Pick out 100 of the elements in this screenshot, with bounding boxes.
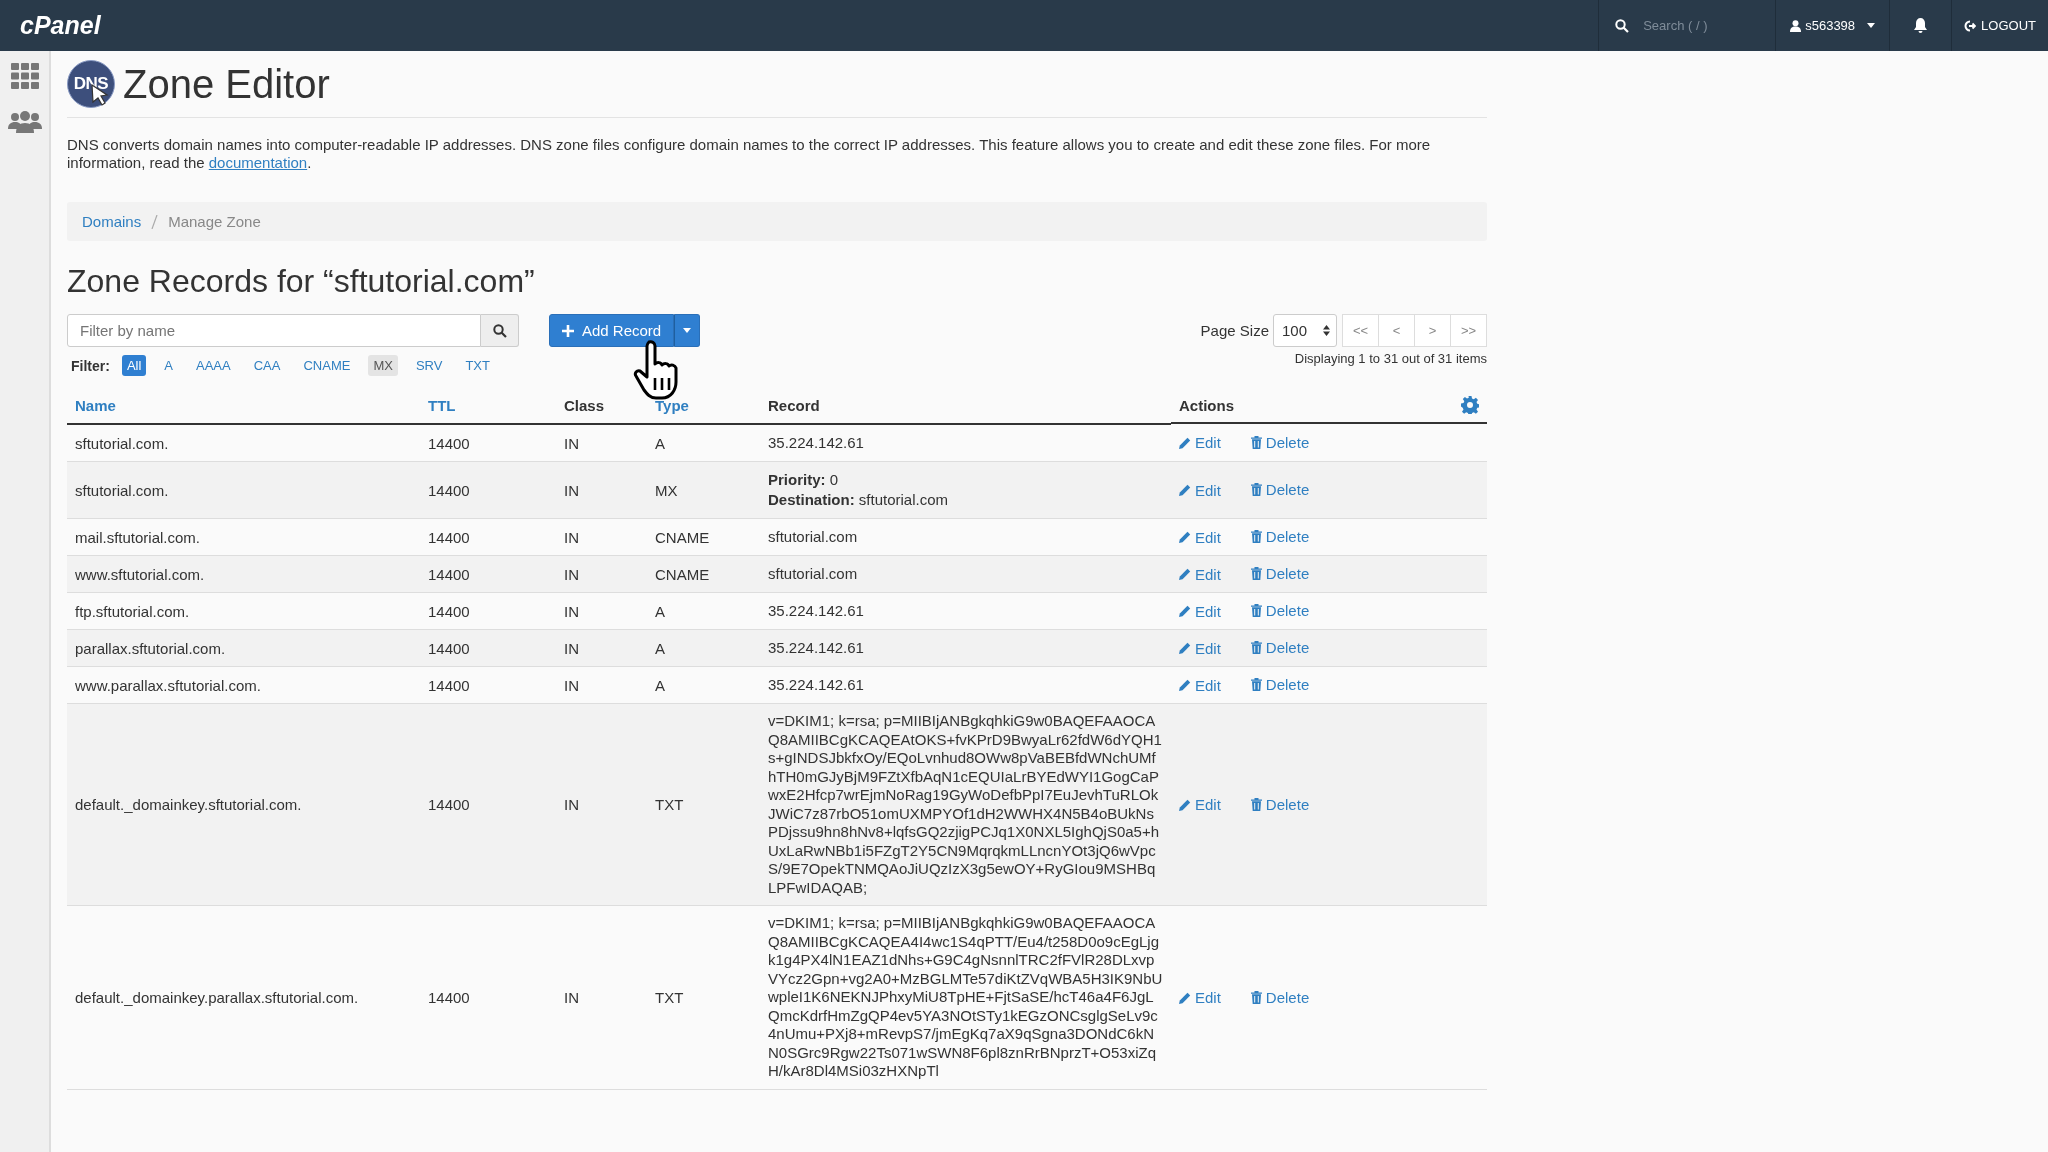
dropdown-button[interactable] <box>674 314 701 347</box>
user-menu[interactable]: s563398 <box>1775 0 1890 51</box>
filter-tab[interactable]: SRV <box>410 355 448 376</box>
table-cell: IN <box>556 666 647 704</box>
filter-tab[interactable]: TXT <box>460 355 495 376</box>
documentation-link[interactable]: documentation <box>208 154 308 171</box>
pager-button[interactable]: << <box>1342 314 1379 347</box>
column-header[interactable]: Name <box>75 397 116 414</box>
delete-link[interactable]: Delete <box>1250 795 1310 813</box>
cpanel-logo[interactable]: cPanel <box>20 11 101 40</box>
filter-label: Filter: <box>71 357 110 374</box>
edit-link[interactable]: Edit <box>1179 528 1221 546</box>
search-field[interactable]: Search ( / ) <box>1598 0 1776 51</box>
logout-icon <box>1964 19 1977 32</box>
table-cell: A <box>647 592 760 630</box>
column-header: Record <box>768 397 820 414</box>
record-value: Priority: 0 <box>768 470 840 490</box>
filter-tab[interactable]: A <box>159 355 178 376</box>
table-cell: IN <box>556 592 647 630</box>
table-cell: 14400 <box>420 461 556 519</box>
caret-icon <box>1867 23 1876 28</box>
table-cell: A <box>647 666 760 704</box>
search-button[interactable] <box>481 314 519 347</box>
table-cell: IN <box>556 461 647 519</box>
filter-tab[interactable]: AAAA <box>191 355 236 376</box>
delete-link[interactable]: Delete <box>1250 433 1310 451</box>
search-input[interactable]: Search ( / ) <box>1641 17 1752 34</box>
table-cell: 14400 <box>420 592 556 630</box>
filter-field[interactable]: Filter by name <box>67 314 481 347</box>
pager-button[interactable]: >> <box>1450 314 1487 347</box>
pencil-icon <box>1179 798 1191 811</box>
table-cell: IN <box>556 518 647 556</box>
add-record-button[interactable]: Add Record <box>549 314 675 347</box>
edit-link[interactable]: Edit <box>1179 565 1221 583</box>
record-value: v=DKIM1; k=rsa; p=MIIBIjANBgkqhkiG9w0BAQEFAAOCAQ8AMIIBCgKCAQEA4I4wc1S4qPTT/Eu4/t258D0o9cEgLjgk1g4PX4lN1EAZ1dNhs+G9C4gNsnnlTRC2fFVlR28DLxvpVYcz2Gpn+vg2A0+MzBGLMTe57diKtZVqWBA5H3IK9NbUwpleI1K6NEKNJPhxyMiU8TpHE+FjtSaSE/hcT46a4F6JgLQmcKdrfHmZgQP4ev5YA3NOtSTy1kEGzONCsglgSeLv9c4nUmu+PXj8+mRevpS7/jmEgKq7aX9qSgna3DONdC6kNN0SGrc9Rgw22Ts071wSWN8F6pl8znRrBNprzT+O53xiZqH/kAr8Dl4MSi03zHXNpTl <box>768 914 1163 1081</box>
search-icon <box>1615 18 1630 33</box>
filter-tab[interactable]: All <box>121 355 147 376</box>
plus-icon <box>562 324 574 337</box>
record-value: sftutorial.com <box>768 564 859 584</box>
delete-link[interactable]: Delete <box>1250 481 1310 499</box>
record-value: 35.224.142.61 <box>768 638 865 658</box>
table-cell: www.parallax.sftutorial.com. <box>67 666 420 704</box>
edit-link[interactable]: Edit <box>1179 481 1221 499</box>
table-cell: TXT <box>647 703 760 906</box>
column-header[interactable]: Type <box>655 397 689 414</box>
table-cell: A <box>647 629 760 667</box>
edit-link[interactable]: Edit <box>1179 989 1221 1006</box>
table-cell: 14400 <box>420 518 556 556</box>
page-title: Zone Editor <box>123 61 330 107</box>
delete-link[interactable]: Delete <box>1250 528 1310 546</box>
page-size-select[interactable]: 100 <box>1273 314 1337 347</box>
table-cell: IN <box>556 905 647 1089</box>
filter-tab[interactable]: CAA <box>248 355 286 376</box>
table-cell: 14400 <box>420 905 556 1089</box>
delete-link[interactable]: Delete <box>1250 988 1310 1006</box>
description-text: DNS converts domain names into computer-readable IP addresses. DNS zone files configure domain names to the correct IP addresses. This feature allows you to create and edit these zone files. For more information, read the documentation. <box>67 136 1432 172</box>
pager-button[interactable]: > <box>1414 314 1451 347</box>
logout-button[interactable]: LOGOUT <box>1951 0 2048 51</box>
column-header: Actions <box>1179 396 1234 414</box>
record-value: Destination: sftutorial.com <box>768 490 950 510</box>
table-cell: IN <box>556 703 647 906</box>
trash-icon <box>1250 641 1262 655</box>
pencil-icon <box>1179 642 1191 655</box>
delete-link[interactable]: Delete <box>1250 565 1310 583</box>
column-header[interactable]: TTL <box>428 397 456 414</box>
separator-icon <box>151 214 159 229</box>
trash-icon <box>1250 678 1262 692</box>
trash-icon <box>1250 990 1262 1004</box>
settings-icon[interactable] <box>1461 396 1479 414</box>
table-cell: default._domainkey.parallax.sftutorial.com. <box>67 905 420 1089</box>
breadcrumb-link[interactable]: Domains <box>82 213 142 230</box>
edit-link[interactable]: Edit <box>1179 434 1221 452</box>
delete-link[interactable]: Delete <box>1250 676 1310 694</box>
table-cell: default._domainkey.sftutorial.com. <box>67 703 420 906</box>
trash-icon <box>1250 530 1262 544</box>
table-cell: sftutorial.com. <box>67 424 420 462</box>
table-cell: 14400 <box>420 555 556 593</box>
delete-link[interactable]: Delete <box>1250 639 1310 657</box>
edit-link[interactable]: Edit <box>1179 676 1221 694</box>
record-value: v=DKIM1; k=rsa; p=MIIBIjANBgkqhkiG9w0BAQEFAAOCAQ8AMIIBCgKCAQEAtOKS+fvKPrD9BwyaLr62fdW6dYQH1s+gINDSJbkfxOy/EQoLvnhud8OWw8pVaBEBfdWNchUMfhTH0mGJyBjM9FZtXfbAqN1cEQUIaLrBYEdWYI1GogCaPwxE2Hfcp7wrEjmNoRag19GyWoDefbPpI7EuJevhTuRLOkJWiC7z87rbO51omUXMPYOf1dH2WWHX4N5B4oBUkNsPDjssu9hn8hNv8+lqfsGQ2zjigPCJq1X0NXL5IghQjS0a5+hUxLaRwNBb1i5FZgT2Y5CN9MqrqkmLLncnYOt3jQ6wVpcS/9E7OpekTNMQAoJiUQzIzX3g5ewOY+RyGIou9MSHBqLPFwIDAQAB; <box>768 712 1163 897</box>
edit-link[interactable]: Edit <box>1179 796 1221 814</box>
edit-link[interactable]: Edit <box>1179 602 1221 620</box>
edit-link[interactable]: Edit <box>1179 639 1221 657</box>
table-cell: IN <box>556 555 647 593</box>
pager-button[interactable]: < <box>1378 314 1415 347</box>
grid-icon[interactable] <box>10 63 39 89</box>
pencil-icon <box>1179 991 1191 1004</box>
users-icon[interactable] <box>7 111 42 133</box>
filter-tab[interactable]: MX <box>368 355 398 376</box>
delete-link[interactable]: Delete <box>1250 602 1310 620</box>
table-cell: www.sftutorial.com. <box>67 555 420 593</box>
items-count-text: Displaying 1 to 31 out of 31 items <box>1294 351 1487 366</box>
filter-tab[interactable]: CNAME <box>298 355 356 376</box>
breadcrumb-current: Manage Zone <box>168 213 261 230</box>
trash-icon <box>1250 567 1262 581</box>
spinner-arrows-icon <box>1323 325 1330 336</box>
record-value: sftutorial.com <box>768 527 859 547</box>
caret-icon <box>683 328 692 333</box>
trash-icon <box>1250 435 1262 449</box>
pencil-icon <box>1179 484 1191 497</box>
